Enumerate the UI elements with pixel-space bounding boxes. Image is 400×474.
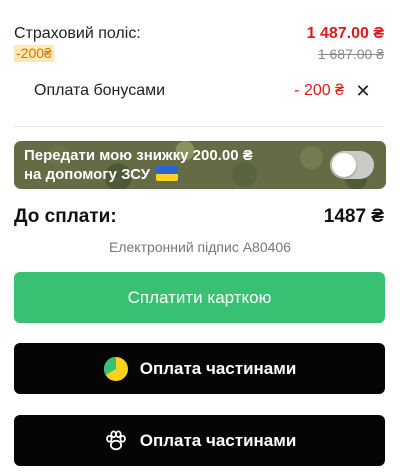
zsu-donation-toggle[interactable] [330,151,374,179]
bonus-amount: - 200 ₴ [294,82,344,99]
zsu-donation-text: Передати мою знижку 200.00 ₴ на допомогу… [24,146,314,184]
bonus-payment-row: Оплата бонусами - 200 ₴ ✕ [34,80,372,102]
total-amount: 1487 ₴ [323,206,384,227]
installment-payment-label-1: Оплата частинами [139,358,297,378]
insurance-policy-row: Страховий поліс: -200₴ 1 487.00 ₴ 1 687.… [14,22,384,64]
installment-payment-button-2[interactable]: Оплата частинами [14,415,385,466]
total-row: До сплати: 1487 ₴ [14,206,384,232]
policy-price-new: 1 487.00 ₴ [306,25,384,42]
pay-by-card-button[interactable]: Сплатити карткою [14,272,385,323]
ukraine-flag-icon [156,166,179,181]
close-icon[interactable]: ✕ [354,80,372,102]
total-label: До сплати: [14,206,117,227]
policy-discount-badge: -200₴ [14,45,54,62]
bonus-label: Оплата бонусами [34,82,166,99]
divider [14,126,384,127]
paw-icon [105,430,126,450]
installment-payment-label-2: Оплата частинами [139,430,297,450]
zsu-donation-line2: на допомогу ЗСУ [24,166,151,183]
zsu-donation-line1: Передати мою знижку 200.00 ₴ [24,147,253,164]
installment-payment-button-1[interactable]: Оплата частинами [14,343,385,394]
zsu-donation-banner: Передати мою знижку 200.00 ₴ на допомогу… [14,141,386,189]
pay-by-card-label: Сплатити карткою [127,287,272,307]
toggle-knob [332,153,356,177]
electronic-signature: Електронний підпис А80406 [109,239,291,255]
policy-label: Страховий поліс: [14,25,141,42]
policy-price-old: 1 687.00 ₴ [317,46,384,62]
installment-pie-icon [103,356,128,381]
